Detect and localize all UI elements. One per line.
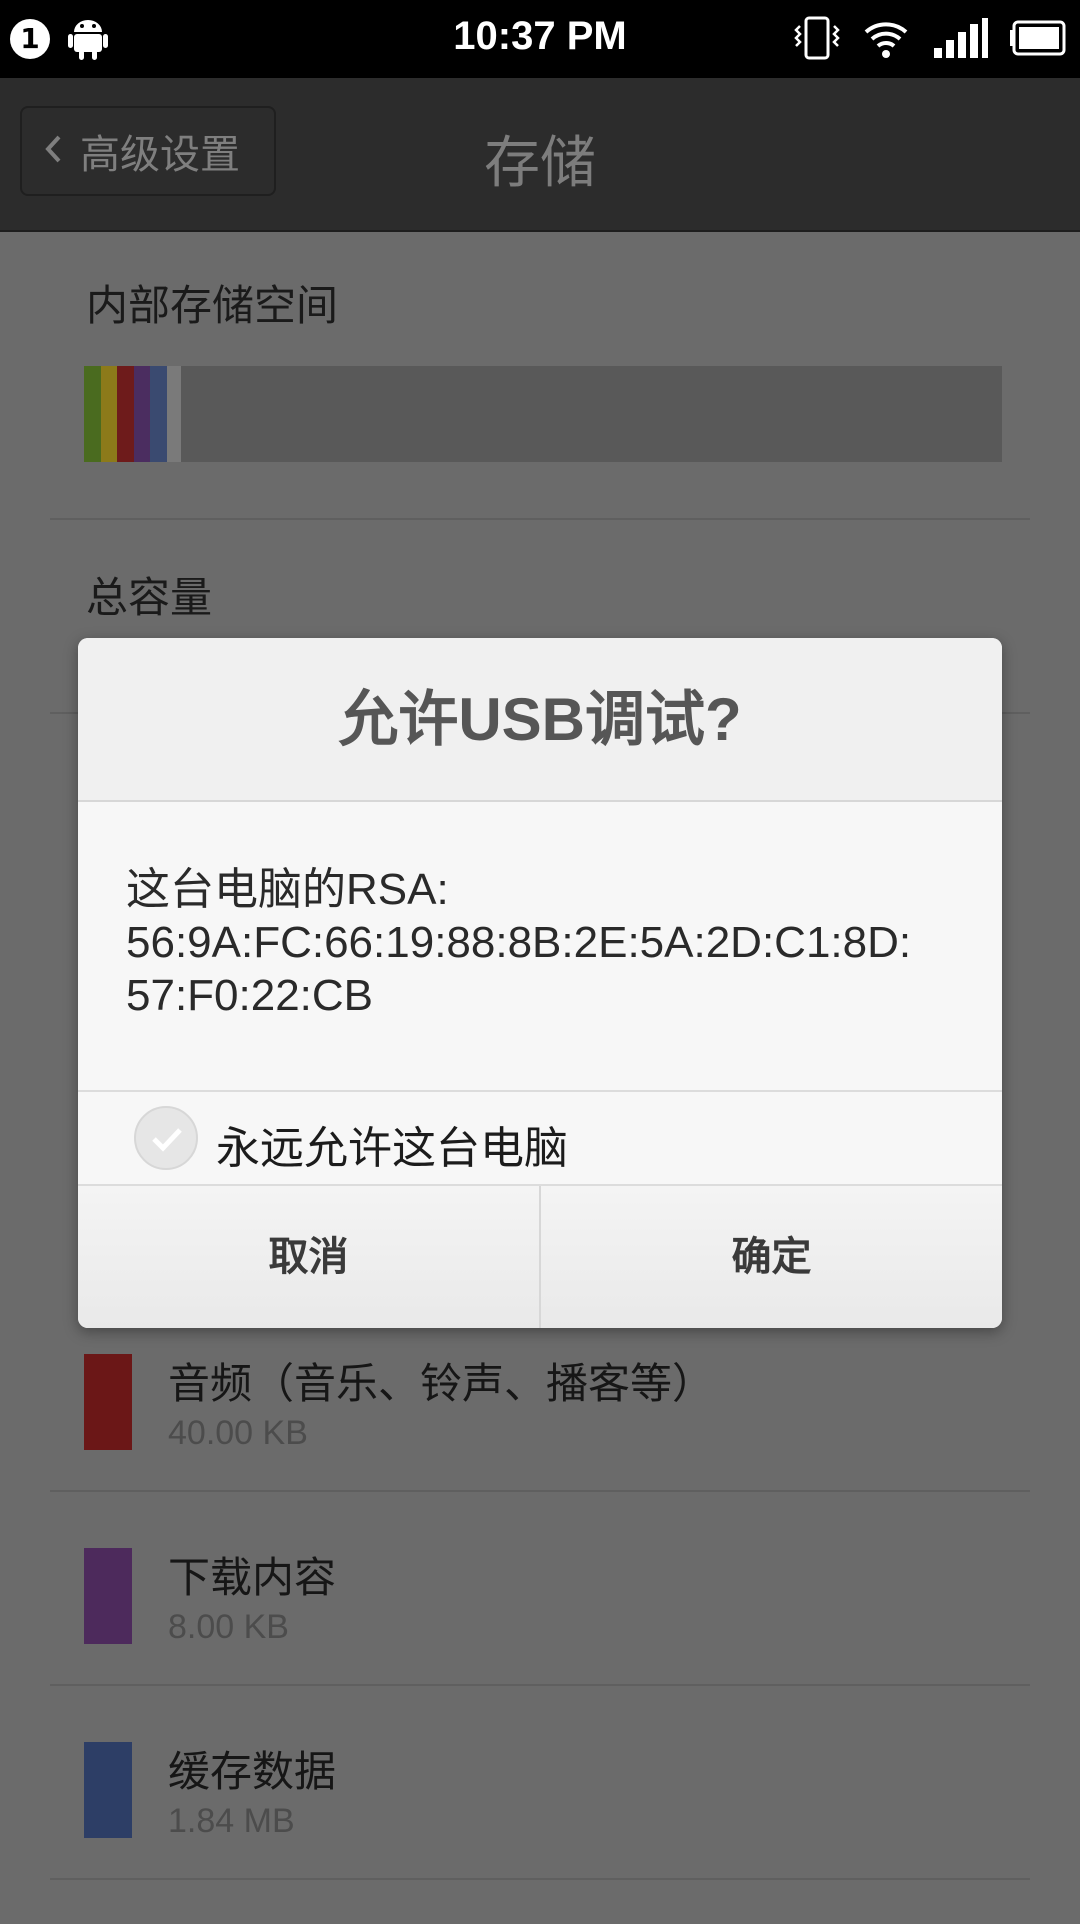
category-size: 8.00 KB <box>168 1608 289 1646</box>
storage-bar-segment <box>133 366 151 462</box>
signal-icon <box>932 16 988 64</box>
storage-bar-segment <box>166 366 182 462</box>
dialog-message: 这台电脑的RSA: 56:9A:FC:66:19:88:8B:2E:5A:2D:… <box>126 863 966 1022</box>
dialog-title: 允许USB调试? <box>78 638 1002 802</box>
check-icon <box>152 1128 182 1152</box>
storage-usage-bar <box>84 366 1002 462</box>
category-name: 下载内容 <box>168 1553 337 1602</box>
usb-debugging-dialog: 允许USB调试? 这台电脑的RSA: 56:9A:FC:66:19:88:8B:… <box>78 638 1002 1328</box>
category-swatch <box>84 1742 132 1838</box>
category-size: 1.84 MB <box>168 1802 295 1840</box>
category-size: 40.00 KB <box>168 1414 308 1452</box>
vibrate-icon <box>794 16 840 64</box>
dialog-buttons: 取消 确定 <box>78 1186 1002 1328</box>
storage-bar-segment <box>150 366 167 462</box>
dialog-message-line: 这台电脑的RSA: <box>126 865 449 914</box>
divider <box>50 1684 1030 1686</box>
divider <box>50 1490 1030 1492</box>
action-bar: 高级设置 存储 <box>0 78 1080 232</box>
divider <box>50 518 1030 520</box>
always-allow-row[interactable]: 永远允许这台电脑 <box>78 1090 1002 1186</box>
divider <box>50 1878 1030 1880</box>
category-name: 音频（音乐、铃声、播客等） <box>168 1359 715 1408</box>
always-allow-label: 永远允许这台电脑 <box>216 1123 568 1174</box>
status-bar: 1 10:37 PM <box>0 0 1080 78</box>
wifi-icon <box>862 16 910 64</box>
section-title: 内部存储空间 <box>86 281 339 330</box>
dialog-message-line: 57:F0:22:CB <box>126 971 374 1020</box>
battery-icon <box>1010 16 1068 64</box>
always-allow-checkbox[interactable] <box>134 1106 198 1170</box>
dialog-message-line: 56:9A:FC:66:19:88:8B:2E:5A:2D:C1:8D: <box>126 918 912 967</box>
list-item-audio[interactable]: 音频（音乐、铃声、播客等） 40.00 KB <box>0 1342 1080 1536</box>
storage-bar-segment <box>117 366 134 462</box>
total-capacity-label[interactable]: 总容量 <box>86 564 212 625</box>
category-swatch <box>84 1354 132 1450</box>
ok-button[interactable]: 确定 <box>539 1186 1002 1328</box>
category-name: 缓存数据 <box>168 1747 337 1796</box>
page-title: 存储 <box>484 131 596 196</box>
cancel-button[interactable]: 取消 <box>78 1186 539 1328</box>
storage-bar-segment <box>100 366 118 462</box>
storage-bar-segment <box>84 366 101 462</box>
list-item-cache[interactable]: 缓存数据 1.84 MB <box>0 1730 1080 1924</box>
category-swatch <box>84 1548 132 1644</box>
list-item-downloads[interactable]: 下载内容 8.00 KB <box>0 1536 1080 1730</box>
